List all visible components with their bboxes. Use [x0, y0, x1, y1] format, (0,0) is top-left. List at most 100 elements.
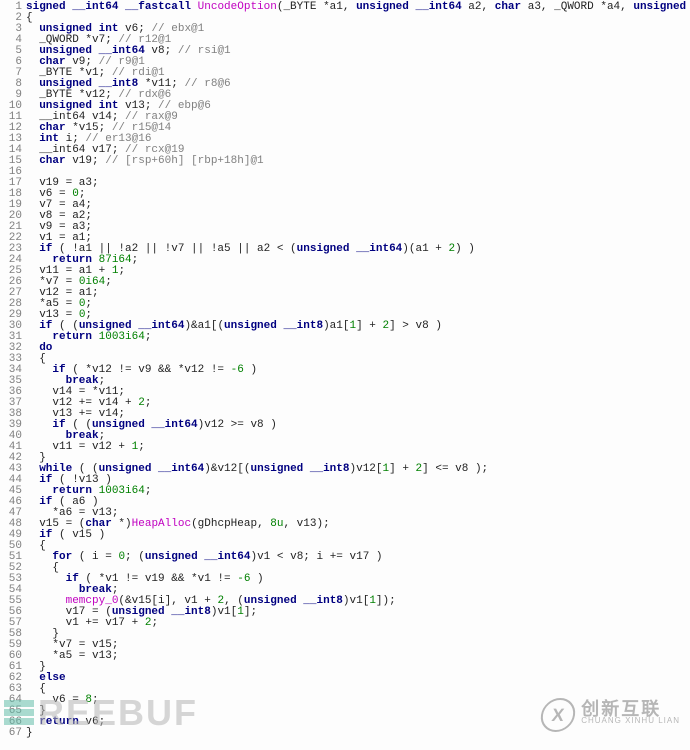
code-line: 21 v9 = a3;	[4, 222, 686, 233]
tok-num: -6	[237, 573, 250, 585]
tok-plain: v8;	[145, 45, 178, 57]
code-line: 66 return v6;	[4, 717, 686, 728]
tok-plain: ;	[105, 276, 112, 288]
code-content: if ( a6 )	[26, 497, 686, 508]
tok-kw: unsigned int	[633, 1, 690, 13]
tok-plain: )&v12[(	[204, 463, 250, 475]
code-line: 63 {	[4, 684, 686, 695]
code-content: if ( v15 )	[26, 530, 686, 541]
tok-plain: )	[244, 364, 257, 376]
code-content: v12 = a1;	[26, 288, 686, 299]
tok-plain: *)	[112, 518, 132, 530]
tok-kw: signed __int64 __fastcall	[26, 1, 198, 13]
code-content: v8 = a2;	[26, 211, 686, 222]
code-line: 41 v11 = v12 + 1;	[4, 442, 686, 453]
tok-plain: ];	[244, 606, 257, 618]
tok-plain: ( v15 )	[52, 529, 105, 541]
tok-plain: )	[250, 573, 263, 585]
code-line: 31 return 1003i64;	[4, 332, 686, 343]
code-line: 57 v1 += v17 + 2;	[4, 618, 686, 629]
tok-cmt: // [rsp+60h] [rbp+18h]@1	[105, 155, 263, 167]
tok-fn: HeapAlloc	[132, 518, 191, 530]
code-content: v15 = (char *)HeapAlloc(gDhcpHeap, 8u, v…	[26, 519, 686, 530]
code-content: *a5 = v13;	[26, 651, 686, 662]
code-line: 34 if ( *v12 != v9 && *v12 != -6 )	[4, 365, 686, 376]
tok-kw: unsigned __int64	[92, 419, 198, 431]
code-content: v9 = a3;	[26, 222, 686, 233]
code-content: if ( *v12 != v9 && *v12 != -6 )	[26, 365, 686, 376]
tok-plain: ; (	[125, 551, 145, 563]
tok-plain: ;	[145, 331, 152, 343]
code-content: *v7 = 0i64;	[26, 277, 686, 288]
tok-plain	[26, 155, 39, 167]
tok-plain: v19;	[66, 155, 106, 167]
tok-plain: }	[26, 727, 33, 739]
code-line: 28 *a5 = 0;	[4, 299, 686, 310]
tok-plain: )a1[	[323, 320, 349, 332]
code-line: 39 if ( (unsigned __int64)v12 >= v8 )	[4, 420, 686, 431]
code-content: v1 += v17 + 2;	[26, 618, 686, 629]
tok-plain: a2,	[462, 1, 495, 13]
tok-plain: )v1[	[343, 595, 369, 607]
code-line: 26 *v7 = 0i64;	[4, 277, 686, 288]
tok-plain: ] <= v8 );	[422, 463, 488, 475]
code-content: }	[26, 662, 686, 673]
tok-kw: unsigned __int8	[224, 320, 323, 332]
tok-plain: ] > v8 )	[389, 320, 442, 332]
tok-plain: (gDhcpHeap,	[191, 518, 270, 530]
tok-kw: unsigned __int64	[99, 463, 205, 475]
tok-plain: )v12 >= v8 )	[198, 419, 277, 431]
code-content: v6 = 0;	[26, 189, 686, 200]
code-content: {	[26, 684, 686, 695]
tok-kw: char	[39, 155, 65, 167]
code-content: v11 = a1 + 1;	[26, 266, 686, 277]
tok-plain: ]);	[376, 595, 396, 607]
tok-num: 1	[237, 606, 244, 618]
code-line: 1signed __int64 __fastcall UncodeOption(…	[4, 2, 686, 13]
code-line: 18 v6 = 0;	[4, 189, 686, 200]
tok-kw: unsigned __int8	[250, 463, 349, 475]
tok-plain: ;	[138, 441, 145, 453]
code-line: 16	[4, 167, 686, 178]
tok-kw: return	[39, 716, 79, 728]
tok-num: 2	[138, 397, 145, 409]
code-line: 60 *a5 = v13;	[4, 651, 686, 662]
code-content: v11 = v12 + 1;	[26, 442, 686, 453]
code-content: }	[26, 629, 686, 640]
tok-fn: UncodeOption	[198, 1, 277, 13]
code-line: 19 v7 = a4;	[4, 200, 686, 211]
tok-plain: )(a1 +	[402, 243, 448, 255]
tok-kw: unsigned __int64	[145, 551, 251, 563]
tok-kw: unsigned __int64	[356, 1, 462, 13]
code-line: 61 }	[4, 662, 686, 673]
code-content: *a5 = 0;	[26, 299, 686, 310]
tok-num: 1003i64	[99, 331, 145, 343]
line-number: 67	[4, 728, 26, 739]
code-content: else	[26, 673, 686, 684]
code-content: for ( i = 0; (unsigned __int64)v1 < v8; …	[26, 552, 686, 563]
code-line: 27 v12 = a1;	[4, 288, 686, 299]
code-line: 15 char v19; // [rsp+60h] [rbp+18h]@1	[4, 156, 686, 167]
code-line: 65 }	[4, 706, 686, 717]
tok-plain: a3, _QWORD *a4,	[521, 1, 633, 13]
code-content: *v7 = v15;	[26, 640, 686, 651]
tok-plain: )v1[	[211, 606, 237, 618]
tok-num: 1003i64	[99, 485, 145, 497]
tok-plain: ;	[145, 485, 152, 497]
code-line: 20 v8 = a2;	[4, 211, 686, 222]
code-content: v19 = a3;	[26, 178, 686, 189]
code-viewer: 1 signed __int64 __fastcall UncodeOption (…	[0, 0, 690, 750]
code-content: return v6;	[26, 717, 686, 728]
code-line: 67}	[4, 728, 686, 739]
code-line: 51 for ( i = 0; (unsigned __int64)v1 < v…	[4, 552, 686, 563]
code-line: 62 else	[4, 673, 686, 684]
code-line: 32 do	[4, 343, 686, 354]
tok-cmt: // r8@6	[184, 78, 230, 90]
tok-plain: v6;	[79, 716, 105, 728]
code-content: if ( *v1 != v19 && *v1 != -6 )	[26, 574, 686, 585]
code-content: char v19; // [rsp+60h] [rbp+18h]@1	[26, 156, 686, 167]
tok-plain: )v12[	[350, 463, 383, 475]
code-content: v6 = 8;	[26, 695, 686, 706]
tok-plain: ;	[151, 617, 158, 629]
tok-plain: )v1 < v8; i += v17 )	[250, 551, 382, 563]
